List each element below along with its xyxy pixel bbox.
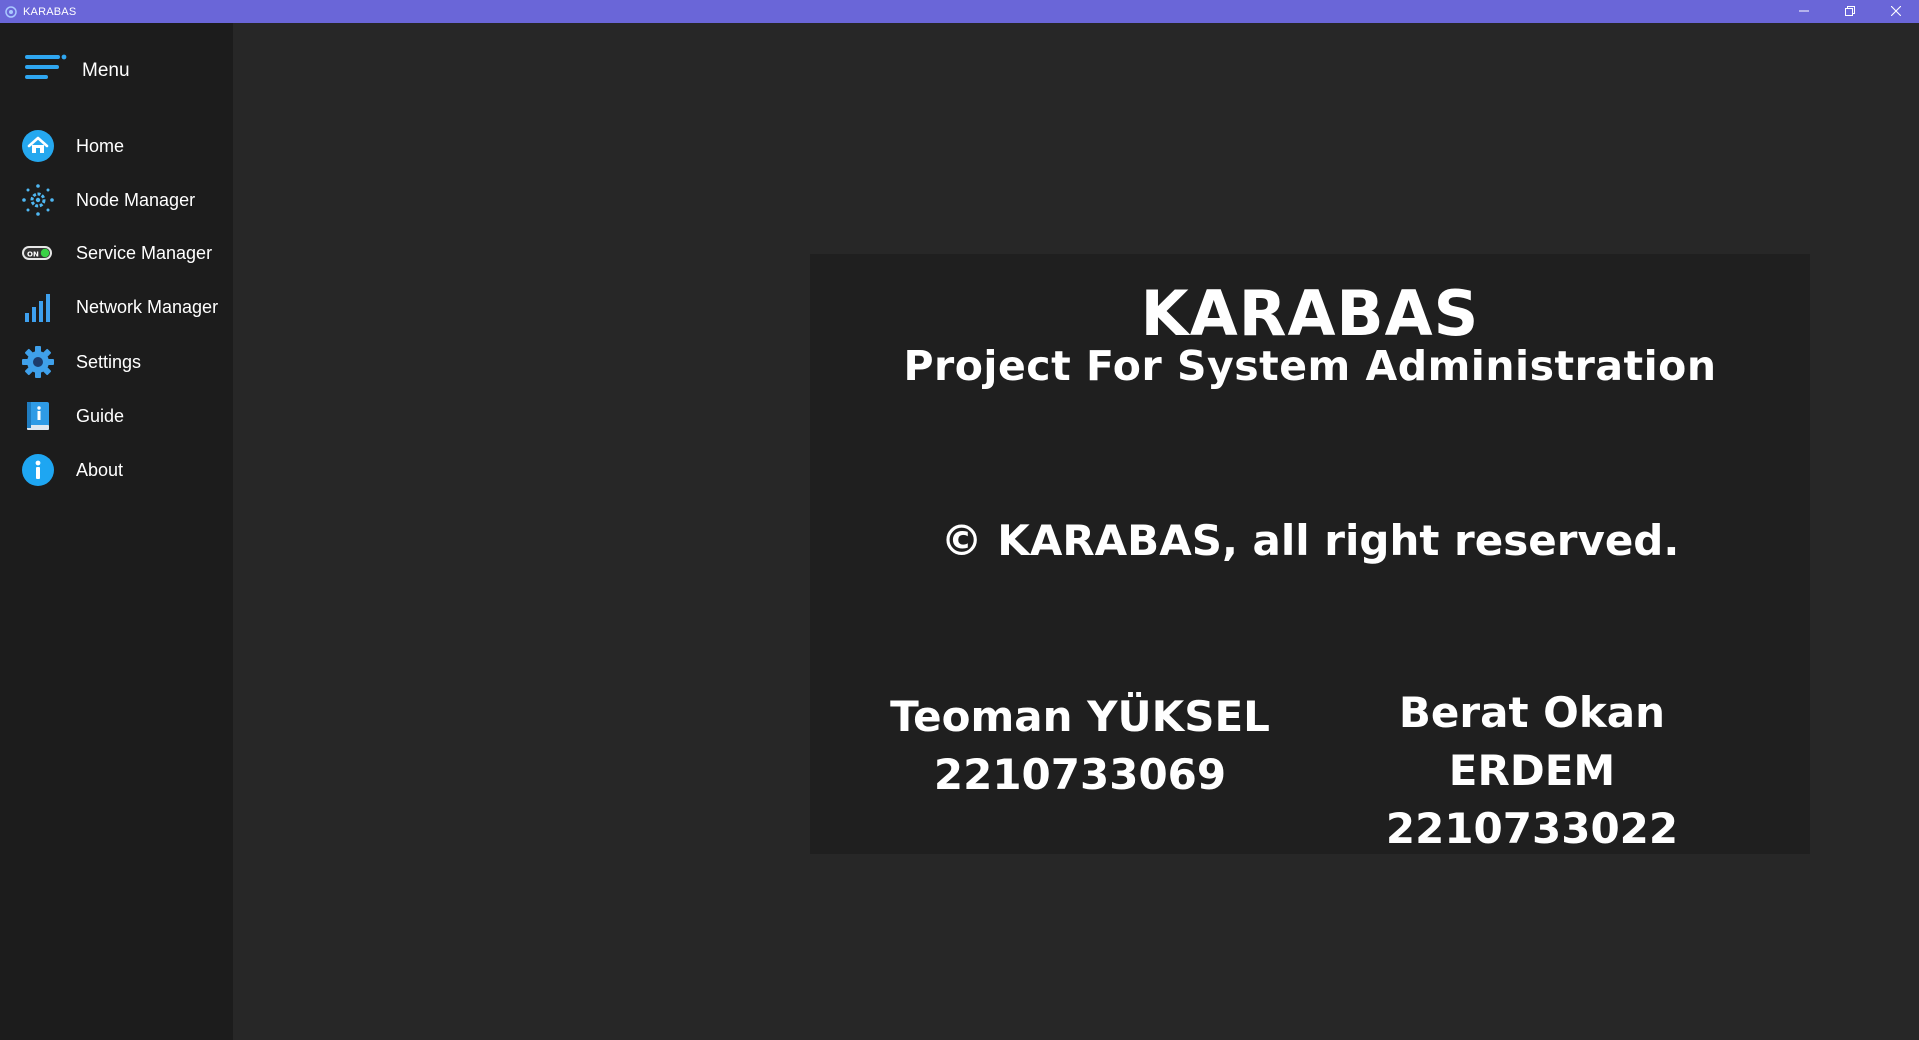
about-panel: KARABAS Project For System Administratio… bbox=[810, 254, 1810, 854]
signal-bars-icon bbox=[20, 289, 56, 325]
guide-book-icon bbox=[20, 398, 56, 434]
hamburger-menu-icon bbox=[24, 53, 68, 88]
author-student-id: 2210733069 bbox=[933, 750, 1227, 799]
sidebar-item-about[interactable]: About bbox=[20, 448, 233, 492]
author-name: Berat Okan ERDEM bbox=[1398, 688, 1666, 795]
copyright-notice: © KARABAS, all right reserved. bbox=[940, 516, 1680, 565]
sidebar-item-label: Node Manager bbox=[76, 189, 196, 210]
svg-text:ON: ON bbox=[27, 251, 39, 259]
sidebar-item-label: About bbox=[76, 459, 124, 480]
sidebar-item-network-manager[interactable]: Network Manager bbox=[20, 285, 233, 329]
main-content: KARABAS Project For System Administratio… bbox=[233, 23, 1919, 1040]
app-subtitle: Project For System Administration bbox=[903, 342, 1717, 390]
window-title: KARABAS bbox=[23, 5, 77, 18]
app-name: KARABAS bbox=[1140, 277, 1480, 350]
sidebar-item-home[interactable]: Home bbox=[20, 124, 233, 168]
sidebar-item-service-manager[interactable]: ON Service Manager bbox=[20, 231, 233, 275]
sidebar-item-label: Settings bbox=[76, 351, 142, 372]
info-icon bbox=[20, 452, 56, 488]
sidebar-item-node-manager[interactable]: Node Manager bbox=[20, 178, 233, 222]
toggle-on-icon: ON bbox=[20, 235, 56, 271]
restore-button[interactable] bbox=[1827, 0, 1873, 23]
window-titlebar[interactable]: KARABAS bbox=[0, 0, 1919, 23]
node-gear-icon bbox=[20, 182, 56, 218]
close-button[interactable] bbox=[1873, 0, 1919, 23]
sidebar-item-guide[interactable]: Guide bbox=[20, 394, 233, 438]
menu-toggle-button[interactable]: Menu bbox=[24, 53, 130, 88]
author-card: Berat Okan ERDEM 2210733022 bbox=[1312, 684, 1752, 858]
author-card: Teoman YÜKSEL 2210733069 bbox=[860, 688, 1300, 804]
sidebar-item-label: Network Manager bbox=[76, 296, 219, 317]
minimize-icon bbox=[1799, 3, 1809, 21]
window-controls bbox=[1781, 0, 1919, 23]
sidebar-item-label: Service Manager bbox=[76, 242, 213, 263]
close-icon bbox=[1890, 3, 1902, 21]
author-name: Teoman YÜKSEL bbox=[890, 692, 1270, 741]
minimize-button[interactable] bbox=[1781, 0, 1827, 23]
sidebar: Menu Home Node Manager ON Service Manage… bbox=[0, 23, 233, 1040]
home-icon bbox=[20, 128, 56, 164]
menu-label: Menu bbox=[82, 59, 130, 81]
sidebar-item-settings[interactable]: Settings bbox=[20, 340, 233, 384]
sidebar-item-label: Home bbox=[76, 135, 125, 156]
sidebar-item-label: Guide bbox=[76, 405, 125, 426]
settings-gear-icon bbox=[20, 344, 56, 380]
app-logo-icon bbox=[4, 5, 17, 18]
restore-icon bbox=[1845, 3, 1855, 21]
author-student-id: 2210733022 bbox=[1385, 804, 1679, 853]
